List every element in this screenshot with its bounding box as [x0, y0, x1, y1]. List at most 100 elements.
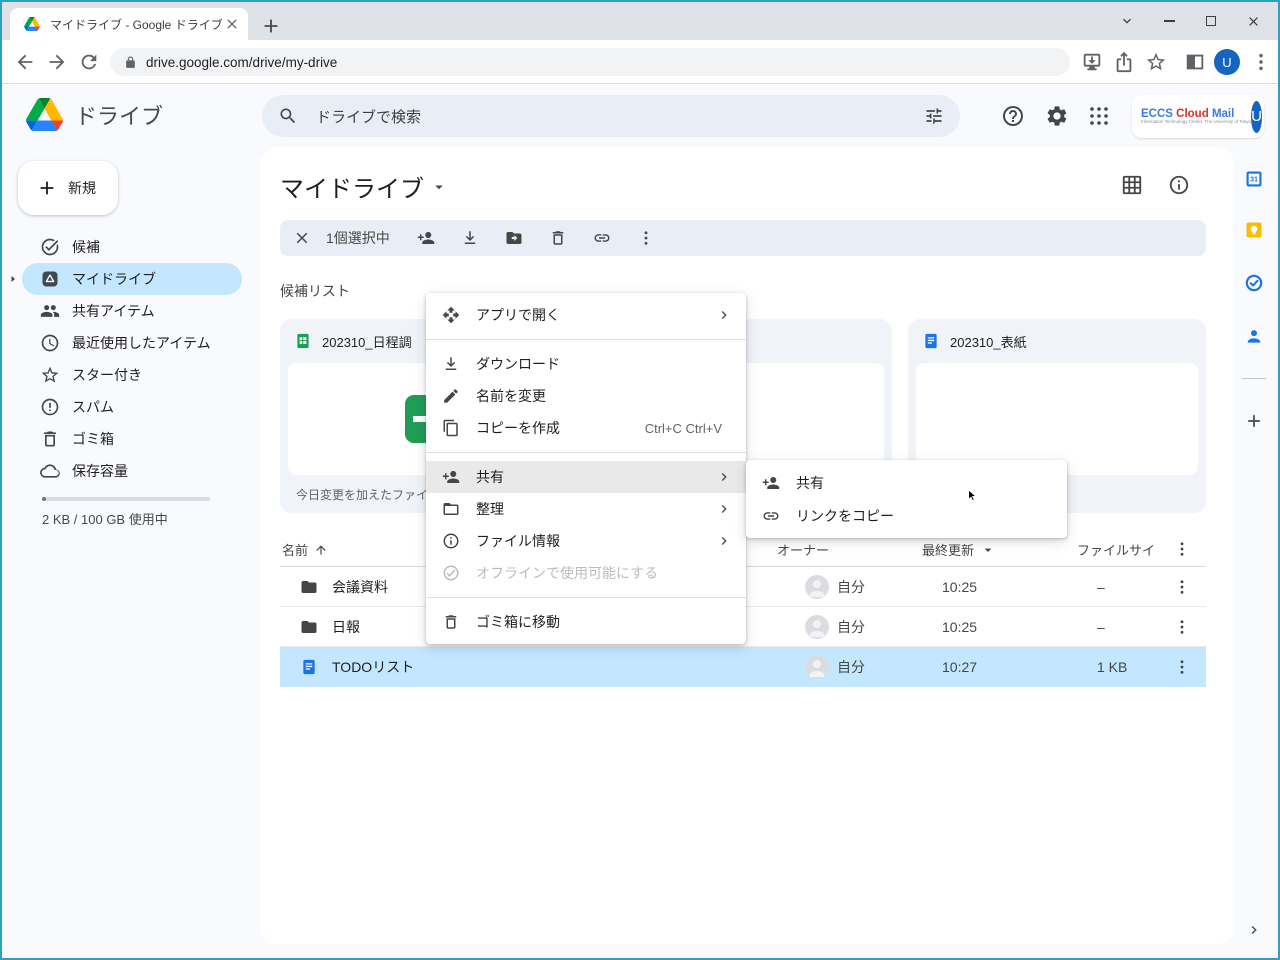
side-panel-icon[interactable]	[1184, 51, 1206, 73]
calendar-icon[interactable]	[1244, 169, 1264, 189]
menu-item-make-copy[interactable]: コピーを作成 Ctrl+C Ctrl+V	[426, 412, 746, 444]
move-selection-icon[interactable]	[505, 229, 523, 247]
search-options-icon[interactable]	[924, 106, 944, 126]
download-selection-icon[interactable]	[461, 229, 479, 247]
sidebar-item-my-drive[interactable]: マイドライブ	[22, 263, 242, 295]
sidebar-item-trash[interactable]: ゴミ箱	[22, 423, 242, 455]
menu-item-rename[interactable]: 名前を変更	[426, 380, 746, 412]
menu-item-download[interactable]: ダウンロード	[426, 348, 746, 380]
column-name[interactable]: 名前	[282, 540, 328, 559]
menu-item-organize[interactable]: 整理	[426, 493, 746, 525]
column-modified[interactable]: 最終更新	[922, 540, 996, 559]
sidebar-item-storage[interactable]: 保存容量	[22, 455, 242, 487]
sidebar-item-label: マイドライブ	[72, 269, 156, 289]
menu-item-label: アプリで開く	[476, 305, 716, 325]
modified-time: 10:25	[942, 607, 977, 647]
trash-selection-icon[interactable]	[549, 229, 567, 247]
search-icon[interactable]	[278, 106, 298, 126]
menu-item-file-info[interactable]: ファイル情報	[426, 525, 746, 557]
bookmark-star-icon[interactable]	[1145, 51, 1167, 73]
expand-arrow-icon[interactable]	[7, 273, 19, 285]
table-more-icon[interactable]	[1173, 540, 1191, 558]
url-bar[interactable]: drive.google.com/drive/my-drive	[110, 48, 1070, 76]
install-icon[interactable]	[1081, 51, 1103, 73]
sidebar-item-recent[interactable]: 最近使用したアイテム	[22, 327, 242, 359]
info-icon[interactable]	[1168, 174, 1190, 196]
menu-item-label: オフラインで使用可能にする	[476, 563, 732, 583]
sidebar-item-starred[interactable]: スター付き	[22, 359, 242, 391]
file-size: 1 KB	[1097, 647, 1127, 687]
menu-item-label: ファイル情報	[476, 531, 716, 551]
link-selection-icon[interactable]	[593, 229, 611, 247]
lock-icon[interactable]	[124, 56, 137, 69]
chevron-down-icon	[430, 178, 448, 196]
link-icon	[762, 507, 780, 525]
owner-avatar	[805, 615, 829, 639]
menu-item-label: 整理	[476, 499, 716, 519]
file-row-todo-list[interactable]: TODOリスト 自分 10:27 1 KB	[280, 647, 1206, 687]
clear-selection-icon[interactable]	[293, 229, 311, 247]
apps-grid-icon[interactable]	[1087, 104, 1111, 128]
column-owner[interactable]: オーナー	[777, 540, 829, 559]
docs-file-icon	[922, 332, 940, 350]
menu-item-move-to-trash[interactable]: ゴミ箱に移動	[426, 606, 746, 638]
sort-arrow-up-icon[interactable]	[314, 543, 328, 557]
submenu-arrow-icon	[716, 307, 732, 323]
maximize-button[interactable]	[1190, 2, 1232, 40]
modified-time: 10:27	[942, 647, 977, 687]
side-rail	[1230, 147, 1278, 958]
share-selection-icon[interactable]	[417, 229, 435, 247]
page-title[interactable]: マイドライブ	[280, 169, 448, 204]
share-page-icon[interactable]	[1113, 51, 1135, 73]
row-more-icon[interactable]	[1173, 607, 1191, 647]
row-more-icon[interactable]	[1173, 647, 1191, 687]
drive-logo[interactable]: ドライブ	[26, 98, 163, 131]
add-addon-icon[interactable]	[1244, 411, 1264, 431]
submenu-item-share[interactable]: 共有	[746, 466, 1067, 499]
tab-close-icon[interactable]	[224, 16, 240, 32]
menu-item-label: ゴミ箱に移動	[476, 612, 732, 632]
keep-icon[interactable]	[1244, 220, 1264, 240]
menu-divider	[426, 452, 746, 453]
tab-title: マイドライブ - Google ドライブ	[50, 16, 224, 33]
back-icon[interactable]	[14, 51, 36, 73]
more-selection-icon[interactable]	[637, 229, 655, 247]
browser-tab[interactable]: マイドライブ - Google ドライブ	[10, 8, 248, 40]
contacts-icon[interactable]	[1244, 326, 1264, 346]
account-avatar[interactable]: U	[1251, 101, 1262, 133]
search-bar[interactable]: ドライブで検索	[262, 95, 960, 137]
sidebar-item-label: 保存容量	[72, 461, 128, 481]
menu-item-open-with[interactable]: アプリで開く	[426, 299, 746, 331]
help-icon[interactable]	[1001, 104, 1025, 128]
forward-icon[interactable]	[46, 51, 68, 73]
storage-usage-text: 2 KB / 100 GB 使用中	[42, 509, 168, 528]
brand-subtitle: Information Technology Center, The Unive…	[1141, 120, 1251, 125]
tab-search-icon[interactable]	[1106, 2, 1148, 40]
sidebar-item-label: スパム	[72, 397, 114, 417]
sidebar-item-label: スター付き	[72, 365, 142, 385]
submenu-item-copy-link[interactable]: リンクをコピー	[746, 499, 1067, 532]
new-tab-button[interactable]	[260, 15, 282, 37]
browser-avatar[interactable]: U	[1214, 49, 1240, 75]
sidebar-item-shared[interactable]: 共有アイテム	[22, 295, 242, 327]
brand-word-2: Cloud	[1176, 108, 1209, 120]
tasks-icon[interactable]	[1244, 273, 1264, 293]
main-panel: マイドライブ 1個選択中 候補リスト 202310_日程調	[260, 147, 1234, 944]
reload-icon[interactable]	[78, 51, 100, 73]
sort-caret-down-icon[interactable]	[980, 542, 996, 558]
column-size[interactable]: ファイルサイ	[1077, 540, 1155, 559]
account-badge[interactable]: ECCS Cloud Mail Information Technology C…	[1132, 95, 1264, 138]
show-side-panel-icon[interactable]	[1246, 922, 1262, 938]
browser-menu-icon[interactable]	[1250, 51, 1272, 73]
settings-gear-icon[interactable]	[1045, 104, 1069, 128]
row-more-icon[interactable]	[1173, 567, 1191, 607]
search-input[interactable]: ドライブで検索	[316, 106, 924, 127]
new-button[interactable]: 新規	[18, 161, 118, 215]
close-window-button[interactable]	[1232, 2, 1274, 40]
sidebar-item-spam[interactable]: スパム	[22, 391, 242, 423]
sidebar-item-suggested[interactable]: 候補	[22, 231, 242, 263]
minimize-button[interactable]	[1148, 2, 1190, 40]
menu-item-share[interactable]: 共有	[426, 461, 746, 493]
owner-cell: 自分	[805, 647, 865, 687]
grid-view-icon[interactable]	[1121, 174, 1143, 196]
